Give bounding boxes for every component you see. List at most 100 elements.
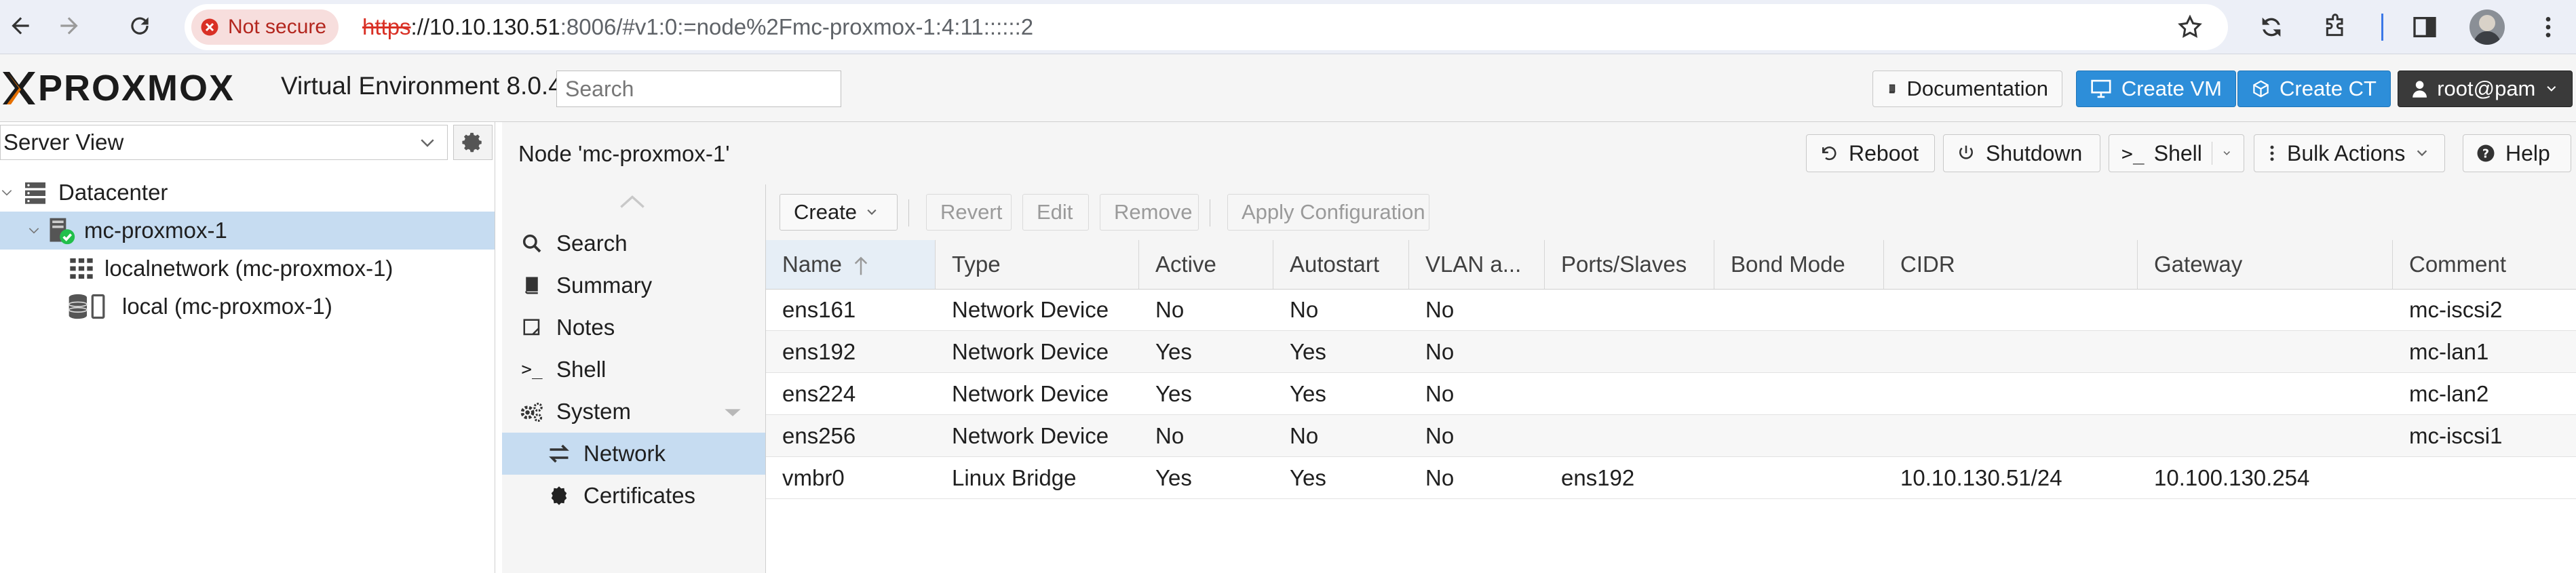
cell-vlan: No [1425,465,1455,490]
tree-item-localnetwork[interactable]: localnetwork (mc-proxmox-1) [0,250,495,288]
node-online-icon [46,216,76,245]
profile-avatar[interactable] [2469,9,2505,45]
address-bar[interactable]: Not secure https://10.10.130.51:8006/#v1… [185,4,2228,50]
table-row[interactable]: ens256 Network Device No No No mc-iscsi1 [766,415,2576,457]
extension-sync-button[interactable] [2254,9,2289,45]
create-vm-button[interactable]: Create VM [2076,71,2236,107]
resource-tree-panel: Server View Datacenter mc-proxmox-1 loca… [0,122,495,573]
cell-active: No [1155,297,1185,322]
more-vert-icon [2270,145,2274,161]
cell-name: vmbr0 [782,465,845,490]
nav-item-search[interactable]: Search [502,222,765,264]
chevron-down-icon [2547,86,2556,92]
column-header-comment[interactable]: Comment [2393,240,2576,289]
toolbar-separator [908,199,909,226]
shutdown-button[interactable]: Shutdown [1943,134,2100,172]
arrow-right-icon [60,17,78,35]
revert-button[interactable]: Revert [926,194,1012,231]
reload-button[interactable] [119,5,160,46]
product-version: Virtual Environment 8.0.4 [281,72,562,100]
forward-button[interactable] [49,5,90,46]
bookmark-star-button[interactable] [2172,9,2208,45]
security-indicator[interactable]: Not secure [191,9,339,45]
column-header-vlan[interactable]: VLAN a... [1409,240,1545,289]
create-label: Create [794,200,858,224]
puzzle-icon [2326,14,2343,37]
tree-settings-button[interactable] [453,125,493,160]
back-button[interactable] [0,5,41,46]
nav-item-summary[interactable]: Summary [502,264,765,307]
nav-item-certificates[interactable]: Certificates [502,475,765,517]
cell-gateway: 10.100.130.254 [2154,465,2310,490]
caret-down-icon[interactable] [723,407,742,418]
tree-item-local-storage[interactable]: local (mc-proxmox-1) [0,288,495,325]
remove-button[interactable]: Remove [1100,194,1199,231]
tree-item-datacenter[interactable]: Datacenter [0,174,495,212]
tree-item-node[interactable]: mc-proxmox-1 [0,212,495,250]
table-row[interactable]: ens224 Network Device Yes Yes No mc-lan2 [766,373,2576,415]
column-header-autostart[interactable]: Autostart [1273,240,1409,289]
nav-item-shell[interactable]: >_ Shell [502,349,765,391]
side-panel-button[interactable] [2407,9,2442,45]
tree-item-label: Datacenter [58,180,168,205]
shell-button[interactable]: >_ Shell [2109,134,2244,172]
table-row[interactable]: ens192 Network Device Yes Yes No mc-lan1 [766,331,2576,373]
bulk-actions-button[interactable]: Bulk Actions [2254,134,2445,172]
book-icon [518,272,545,299]
user-menu-button[interactable]: root@pam [2398,71,2573,107]
extensions-button[interactable] [2318,9,2353,45]
server-view-value: Server View [3,130,124,155]
cell-vlan: No [1425,339,1455,364]
nav-item-system[interactable]: System [502,391,765,433]
cell-name: ens192 [782,339,856,364]
server-view-select[interactable]: Server View [0,125,448,160]
nav-scroll-up[interactable] [619,194,646,212]
warning-icon [201,18,218,36]
column-header-ports[interactable]: Ports/Slaves [1545,240,1714,289]
create-ct-button[interactable]: Create CT [2237,71,2391,107]
remove-label: Remove [1114,200,1193,224]
chevron-down-icon[interactable] [2222,146,2231,161]
chevron-down-icon [28,228,39,234]
arrow-left-icon [12,17,29,35]
edit-button[interactable]: Edit [1022,194,1089,231]
reboot-button[interactable]: Reboot [1806,134,1935,172]
column-header-cidr[interactable]: CIDR [1884,240,2138,289]
column-header-bond-mode[interactable]: Bond Mode [1714,240,1884,289]
exchange-icon [545,440,573,467]
browser-toolbar: Not secure https://10.10.130.51:8006/#v1… [0,0,2576,54]
chrome-menu-button[interactable] [2531,9,2566,45]
column-header-active[interactable]: Active [1139,240,1273,289]
cell-vlan: No [1425,423,1455,448]
cell-gateway [2138,289,2393,330]
global-search-input[interactable] [556,71,841,107]
nav-item-label: Shell [556,357,607,382]
cell-autostart: No [1290,297,1319,322]
cell-ports [1545,331,1714,372]
column-header-gateway[interactable]: Gateway [2138,240,2393,289]
documentation-button[interactable]: Documentation [1872,71,2062,107]
cell-comment: mc-lan2 [2409,381,2489,406]
table-row[interactable]: ens161 Network Device No No No mc-iscsi2 [766,289,2576,331]
cell-autostart: Yes [1290,465,1326,490]
logo-text: PROXMOX [38,68,235,108]
column-header-name[interactable]: Name [766,240,936,289]
cell-cidr: 10.10.130.51/24 [1900,465,2062,490]
url-rest: :8006/#v1:0:=node%2Fmc-proxmox-1:4:11:::… [560,14,1034,39]
cell-comment: mc-lan1 [2409,339,2489,364]
apply-configuration-button[interactable]: Apply Configuration [1227,194,1429,231]
create-button[interactable]: Create [780,194,898,231]
svg-text:?: ? [2482,147,2489,161]
url-text[interactable]: https://10.10.130.51:8006/#v1:0:=node%2F… [362,4,1033,50]
nav-item-label: Summary [556,273,653,298]
column-header-type[interactable]: Type [936,240,1139,289]
gears-icon [518,398,545,425]
proxmox-logo: PROXMOX [0,68,235,108]
table-row[interactable]: vmbr0 Linux Bridge Yes Yes No ens192 10.10.130… [766,457,2576,499]
nav-item-network[interactable]: Network [502,433,765,475]
cell-bond-mode [1714,415,1884,456]
help-button[interactable]: ? Help [2463,134,2571,172]
nav-item-notes[interactable]: Notes [502,307,765,349]
grid-header: Name Type Active Autostart VLAN a... Por… [766,240,2576,290]
cell-active: Yes [1155,381,1192,406]
